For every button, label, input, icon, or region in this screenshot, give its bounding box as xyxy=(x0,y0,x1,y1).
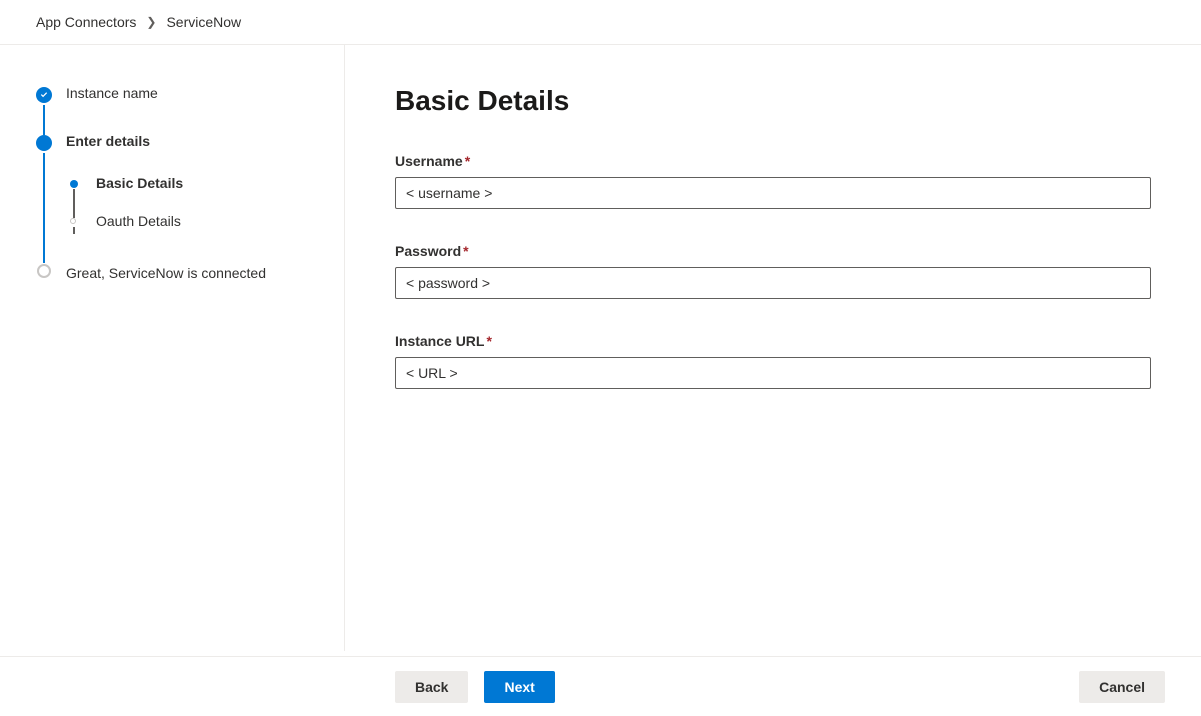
substeps: Basic Details Oauth Details xyxy=(66,175,308,229)
form-group-username: Username* xyxy=(395,153,1151,209)
stepper: Instance name Enter details Basic Detail… xyxy=(36,85,308,281)
chevron-right-icon: ❯ xyxy=(146,15,156,29)
step-label: Instance name xyxy=(66,85,158,101)
instance-url-label: Instance URL* xyxy=(395,333,1151,349)
step-connected: Great, ServiceNow is connected xyxy=(36,261,308,281)
substep-label: Oauth Details xyxy=(96,213,181,229)
substep-basic-details[interactable]: Basic Details xyxy=(66,175,308,213)
circle-filled-icon xyxy=(36,135,52,151)
step-connector xyxy=(43,153,45,263)
back-button[interactable]: Back xyxy=(395,671,468,703)
substep-connector xyxy=(73,227,75,234)
required-asterisk: * xyxy=(463,243,468,259)
dot-icon xyxy=(70,180,78,188)
footer: Back Next Cancel xyxy=(0,656,1201,716)
step-label: Enter details xyxy=(66,133,150,149)
substep-label: Basic Details xyxy=(96,175,183,191)
breadcrumb: App Connectors ❯ ServiceNow xyxy=(36,14,1165,30)
password-label: Password* xyxy=(395,243,1151,259)
circle-outline-icon xyxy=(70,218,76,224)
required-asterisk: * xyxy=(465,153,470,169)
breadcrumb-root[interactable]: App Connectors xyxy=(36,14,136,30)
instance-url-input[interactable] xyxy=(395,357,1151,389)
circle-outline-icon xyxy=(37,264,51,278)
form-group-instance-url: Instance URL* xyxy=(395,333,1151,389)
step-instance-name[interactable]: Instance name xyxy=(36,85,308,133)
form-group-password: Password* xyxy=(395,243,1151,299)
substep-oauth-details[interactable]: Oauth Details xyxy=(66,213,308,229)
check-icon xyxy=(36,87,52,103)
step-label: Great, ServiceNow is connected xyxy=(66,265,266,281)
main-panel: Basic Details Username* Password* Instan… xyxy=(345,45,1201,651)
header: App Connectors ❯ ServiceNow xyxy=(0,0,1201,45)
page-title: Basic Details xyxy=(395,85,1151,117)
step-enter-details[interactable]: Enter details Basic Details Oauth Detail… xyxy=(36,133,308,261)
stepper-sidebar: Instance name Enter details Basic Detail… xyxy=(0,45,345,651)
next-button[interactable]: Next xyxy=(484,671,554,703)
step-connector xyxy=(43,105,45,135)
username-input[interactable] xyxy=(395,177,1151,209)
username-label: Username* xyxy=(395,153,1151,169)
required-asterisk: * xyxy=(486,333,491,349)
password-input[interactable] xyxy=(395,267,1151,299)
content: Instance name Enter details Basic Detail… xyxy=(0,45,1201,651)
cancel-button[interactable]: Cancel xyxy=(1079,671,1165,703)
breadcrumb-current: ServiceNow xyxy=(166,14,241,30)
